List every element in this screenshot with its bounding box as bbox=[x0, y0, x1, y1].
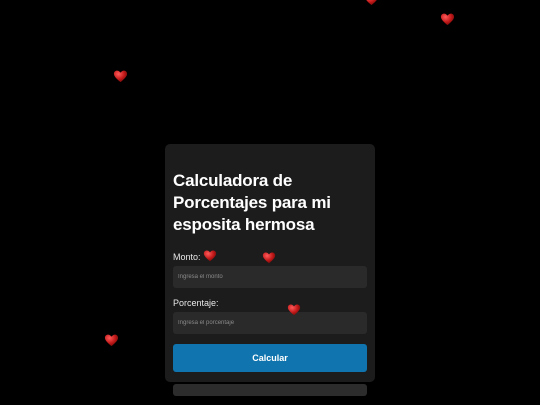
heart-icon bbox=[104, 333, 119, 348]
app-screen: Calculadora de Porcentajes para mi espos… bbox=[0, 0, 540, 405]
porcentaje-label: Porcentaje: bbox=[173, 298, 219, 308]
heart-icon bbox=[287, 303, 301, 317]
page-title: Calculadora de Porcentajes para mi espos… bbox=[173, 171, 331, 234]
heart-icon bbox=[440, 12, 455, 27]
heart-icon bbox=[113, 69, 128, 84]
heart-icon bbox=[262, 251, 276, 265]
heart-icon bbox=[364, 0, 379, 7]
heart-icon bbox=[203, 249, 217, 263]
result-box bbox=[173, 384, 367, 396]
calcular-button[interactable]: Calcular bbox=[173, 344, 367, 372]
monto-input[interactable] bbox=[173, 266, 367, 288]
porcentaje-input[interactable] bbox=[173, 312, 367, 334]
